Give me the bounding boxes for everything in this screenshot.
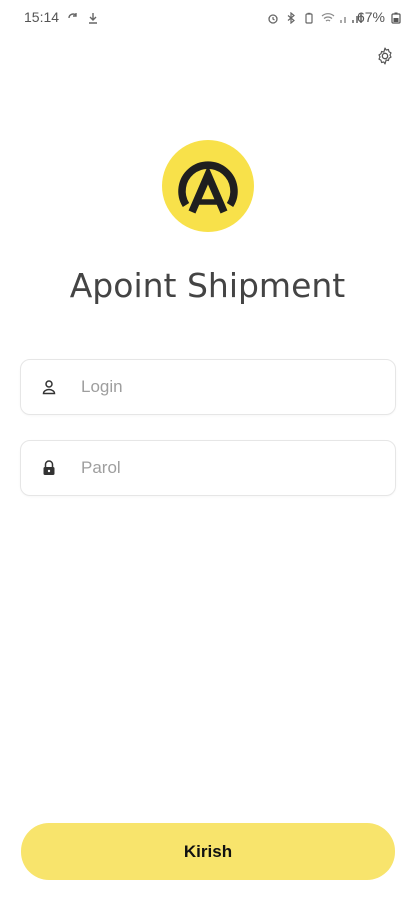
- password-field[interactable]: [20, 440, 396, 496]
- login-button-label: Kirish: [183, 841, 233, 861]
- battery-icon: [391, 11, 403, 24]
- alarm-icon: [267, 11, 279, 24]
- gear-icon[interactable]: [375, 46, 395, 66]
- app-logo: [162, 140, 254, 232]
- status-left: 15:14: [24, 9, 99, 25]
- login-input[interactable]: [79, 376, 343, 398]
- battery-saver-icon: [303, 11, 315, 24]
- bluetooth-icon: [285, 11, 297, 25]
- login-button[interactable]: Kirish: [21, 823, 395, 880]
- logo-mark-icon: [178, 161, 238, 214]
- sync-icon: [67, 11, 79, 23]
- user-icon: [39, 377, 59, 397]
- wifi-icon: [321, 11, 335, 23]
- status-bar: 15:14 67%: [0, 0, 415, 34]
- download-icon: [87, 11, 99, 24]
- lock-icon: [39, 458, 59, 478]
- status-time: 15:14: [24, 9, 60, 25]
- password-input[interactable]: [79, 457, 343, 479]
- app-title: Apoint Shipment: [69, 266, 346, 305]
- login-field[interactable]: [20, 359, 396, 415]
- status-right: 67%: [267, 9, 403, 25]
- battery-percent: 67%: [356, 9, 385, 25]
- signal-icon: [339, 11, 362, 23]
